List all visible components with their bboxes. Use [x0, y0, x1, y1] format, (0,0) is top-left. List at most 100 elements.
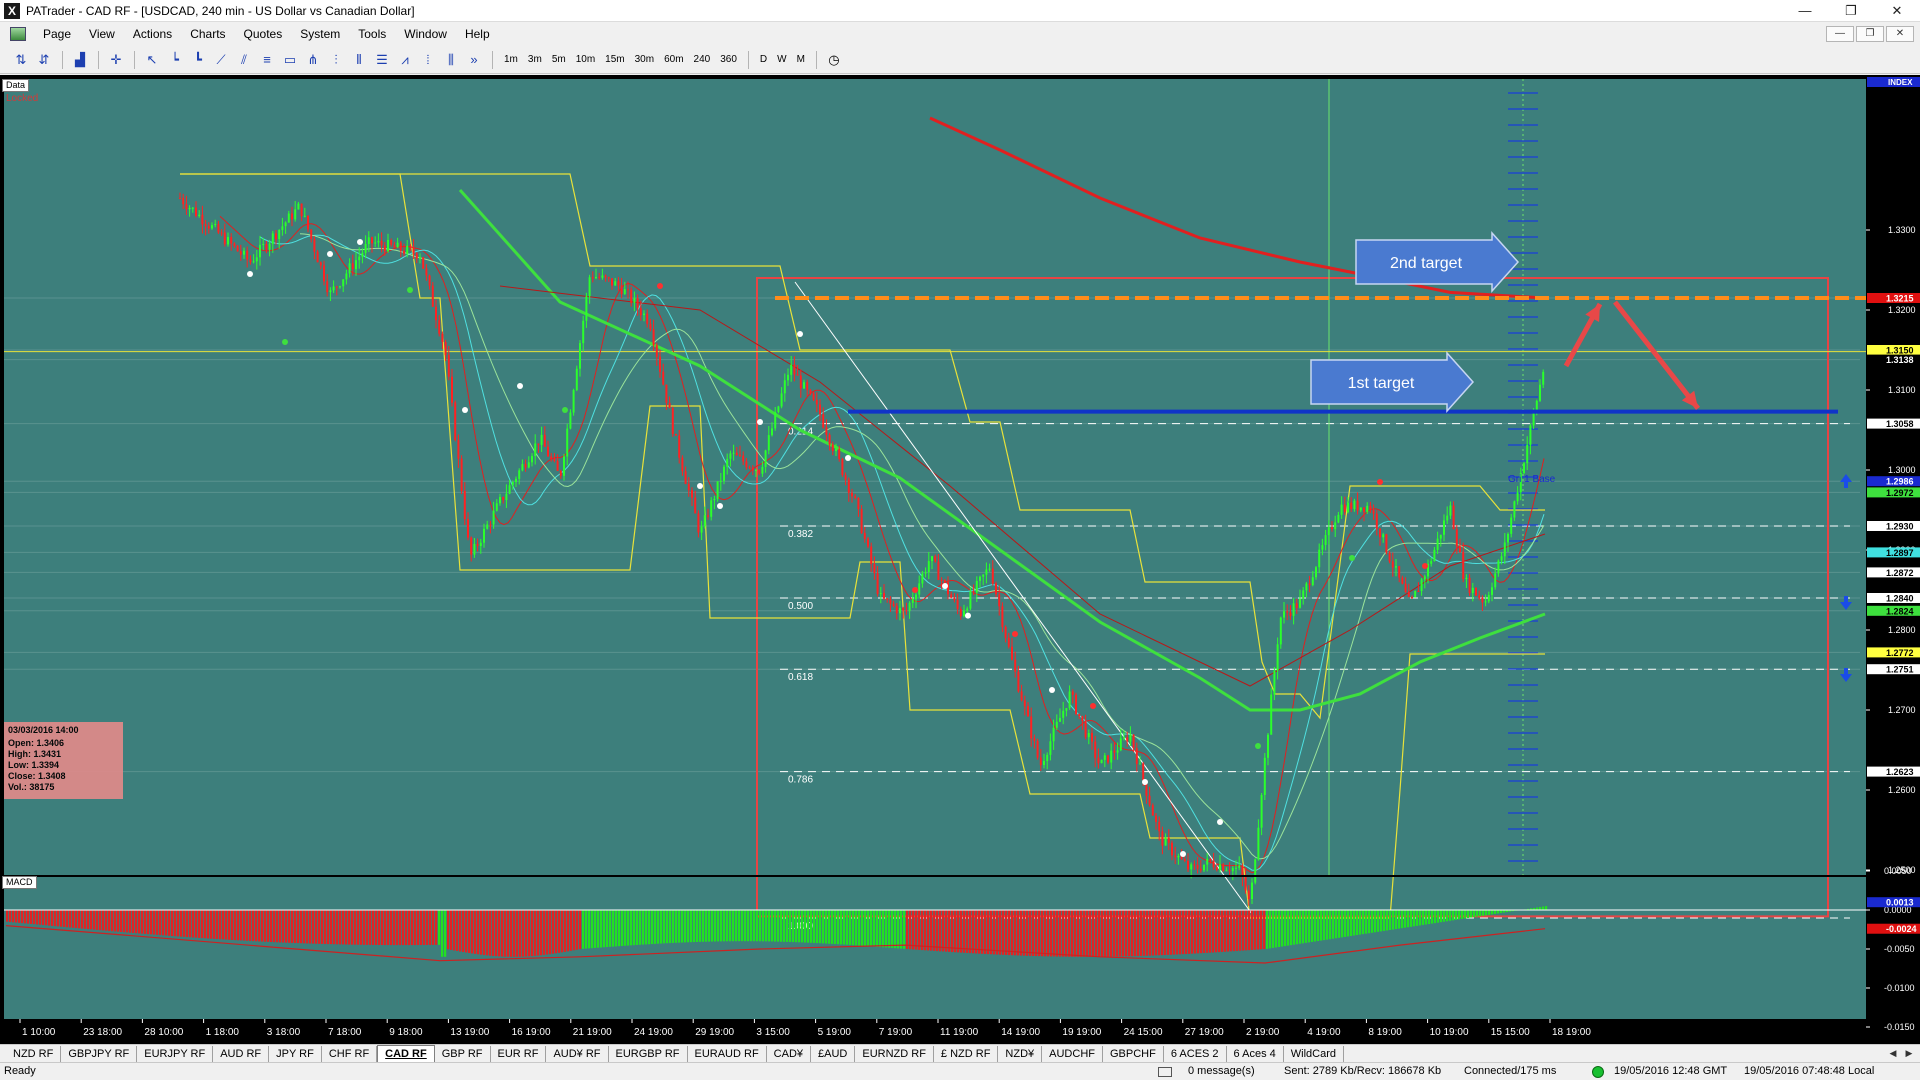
- timeframe-15m[interactable]: 15m: [600, 50, 629, 70]
- tab-eurgbp-rf[interactable]: EURGBP RF: [609, 1045, 688, 1062]
- mdi-minimize-icon[interactable]: —: [1826, 26, 1854, 42]
- fib-time-icon[interactable]: ⦙: [417, 50, 439, 70]
- minimize-icon[interactable]: —: [1782, 0, 1828, 22]
- candle-body: [572, 390, 575, 413]
- macd-bar: [1398, 910, 1401, 929]
- tab-aud-rf[interactable]: AUD RF: [213, 1045, 270, 1062]
- menu-view[interactable]: View: [80, 22, 124, 46]
- candle-body: [1033, 738, 1036, 741]
- candle-body: [556, 461, 559, 471]
- status-traffic: Sent: 2789 Kb/Recv: 186678 Kb: [1284, 1065, 1442, 1077]
- macd-bar: [894, 910, 897, 949]
- price-chart[interactable]: 0.2140.3820.5000.6180.7861.0002nd target…: [0, 75, 1920, 1045]
- candle-body: [1369, 505, 1372, 511]
- tab-6-aces-4[interactable]: 6 Aces 4: [1227, 1045, 1284, 1062]
- timeframe-weekly[interactable]: W: [772, 50, 791, 70]
- tab-eurnzd-rf[interactable]: EURNZD RF: [855, 1045, 934, 1062]
- tab-euraud-rf[interactable]: EURAUD RF: [688, 1045, 767, 1062]
- candle-body: [950, 594, 953, 598]
- tab-nzd-rf[interactable]: NZD RF: [6, 1045, 62, 1062]
- regression-icon[interactable]: ⫼: [440, 50, 462, 70]
- tab-chf-rf[interactable]: CHF RF: [322, 1045, 378, 1062]
- fibonacci-icon[interactable]: ≡: [256, 50, 278, 70]
- candle-body: [1324, 535, 1327, 545]
- timeframe-5m[interactable]: 5m: [547, 50, 571, 70]
- chart-type-icon[interactable]: ▟: [69, 50, 91, 70]
- macd-bar: [126, 910, 129, 933]
- tab-gbp-rf[interactable]: GBP RF: [435, 1045, 491, 1062]
- close-icon[interactable]: ✕: [1874, 0, 1920, 22]
- maximize-icon[interactable]: ❐: [1828, 0, 1874, 22]
- candle-body: [982, 574, 985, 577]
- candle-body: [713, 498, 716, 501]
- timeframe-1m[interactable]: 1m: [499, 50, 523, 70]
- pointer-icon[interactable]: ↖: [141, 50, 163, 70]
- candle-body: [1513, 501, 1516, 518]
- tab-eur-rf[interactable]: EUR RF: [491, 1045, 547, 1062]
- macd-bar: [999, 910, 1002, 955]
- macd-bar: [774, 910, 777, 942]
- mdi-restore-icon[interactable]: ❐: [1856, 26, 1884, 42]
- menu-help[interactable]: Help: [456, 22, 499, 46]
- timeframe-60m[interactable]: 60m: [659, 50, 688, 70]
- tab-cadjpy[interactable]: CAD¥: [767, 1045, 812, 1062]
- timeframe-10m[interactable]: 10m: [571, 50, 600, 70]
- mdi-close-icon[interactable]: ✕: [1886, 26, 1914, 42]
- cycle-lines-icon[interactable]: ⫴: [348, 50, 370, 70]
- menu-page[interactable]: Page: [34, 22, 80, 46]
- pitchfork-icon[interactable]: ⫶: [325, 50, 347, 70]
- tab-nzdjpy[interactable]: NZD¥: [998, 1045, 1043, 1062]
- tab-gbpjpy-rf[interactable]: GBPJPY RF: [61, 1045, 138, 1062]
- tab-6-aces-2[interactable]: 6 ACES 2: [1164, 1045, 1227, 1062]
- menu-tools[interactable]: Tools: [349, 22, 395, 46]
- macd-bar: [1443, 910, 1446, 922]
- timeframe-360[interactable]: 360: [715, 50, 742, 70]
- indicator-remove-icon[interactable]: ⇵: [33, 50, 55, 70]
- timeframe-3m[interactable]: 3m: [523, 50, 547, 70]
- clock-icon[interactable]: ◷: [823, 50, 845, 70]
- chevron-left-icon[interactable]: ◀: [1886, 1046, 1900, 1060]
- indicator-add-icon[interactable]: ⇅: [10, 50, 32, 70]
- speed-lines-icon[interactable]: ⩘: [394, 50, 416, 70]
- menu-charts[interactable]: Charts: [181, 22, 234, 46]
- menu-system[interactable]: System: [291, 22, 349, 46]
- candle-body: [246, 250, 249, 260]
- horizontal-line-icon[interactable]: ┕: [164, 50, 186, 70]
- tab-gbpnzd-rf[interactable]: £ NZD RF: [934, 1045, 999, 1062]
- channel-icon[interactable]: ⫽: [233, 50, 255, 70]
- menu-actions[interactable]: Actions: [124, 22, 181, 46]
- tab-gbpaud[interactable]: £AUD: [811, 1045, 856, 1062]
- timeframe-monthly[interactable]: M: [792, 50, 810, 70]
- timeframe-daily[interactable]: D: [755, 50, 772, 70]
- gann-fan-icon[interactable]: ⋔: [302, 50, 324, 70]
- fib-extension-icon[interactable]: ☰: [371, 50, 393, 70]
- tab-audjpy-rf[interactable]: AUD¥ RF: [546, 1045, 609, 1062]
- tab-cad-rf[interactable]: CAD RF: [377, 1044, 435, 1063]
- signal-dot: [462, 407, 468, 413]
- candle-body: [1203, 864, 1205, 871]
- tab-audchf[interactable]: AUDCHF: [1042, 1045, 1103, 1062]
- vertical-line-icon[interactable]: ┗: [187, 50, 209, 70]
- trendline-icon[interactable]: ⟋: [210, 50, 232, 70]
- tab-gbpchf[interactable]: GBPCHF: [1103, 1045, 1164, 1062]
- timeframe-240[interactable]: 240: [689, 50, 716, 70]
- timeframe-30m[interactable]: 30m: [630, 50, 659, 70]
- candle-body: [611, 278, 613, 286]
- menu-quotes[interactable]: Quotes: [235, 22, 292, 46]
- tab-eurjpy-rf[interactable]: EURJPY RF: [137, 1045, 214, 1062]
- crosshair-icon[interactable]: ✛: [105, 50, 127, 70]
- tab-wildcard[interactable]: WildCard: [1284, 1045, 1344, 1062]
- document-icon[interactable]: [10, 27, 26, 41]
- macd-bar: [1095, 910, 1098, 957]
- macd-axis-label: -0.0050: [1884, 944, 1915, 954]
- candle-body: [380, 240, 383, 246]
- price-axis-label: 1.3300: [1888, 225, 1916, 235]
- menu-window[interactable]: Window: [395, 22, 456, 46]
- macd-bar: [1311, 910, 1314, 942]
- macd-bar: [807, 910, 810, 943]
- tab-jpy-rf[interactable]: JPY RF: [269, 1045, 322, 1062]
- chevron-right-icon[interactable]: ▶: [1902, 1046, 1916, 1060]
- chart-panel[interactable]: 0.214 0.382 0.500 0.618 0.786 1.000 2nd target…: [0, 75, 1920, 1045]
- rectangle-icon[interactable]: ▭: [279, 50, 301, 70]
- toolbar-overflow-icon[interactable]: »: [463, 50, 485, 70]
